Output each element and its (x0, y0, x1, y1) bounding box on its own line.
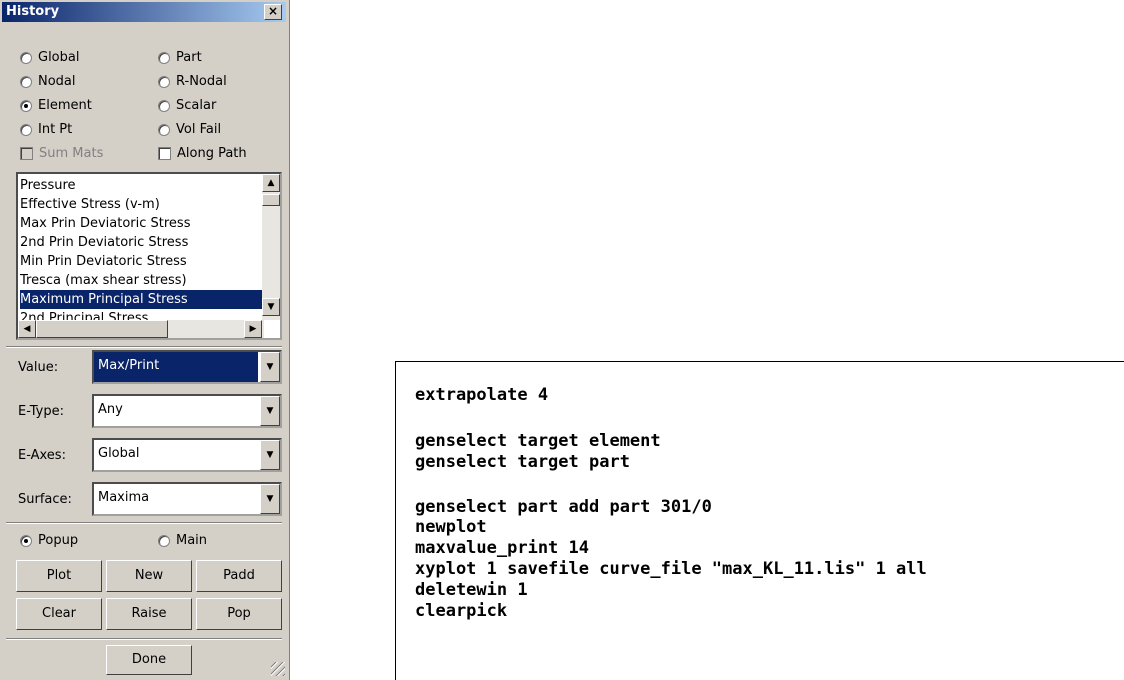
radio-label: R-Nodal (176, 74, 227, 89)
radio-circle-int-pt (20, 123, 32, 136)
surface-label: Surface: (18, 492, 72, 507)
radio-part[interactable]: Part (158, 50, 202, 65)
radio-circle-nodal (20, 75, 32, 88)
divider (6, 346, 282, 348)
etype-select[interactable]: Any ▼ (92, 394, 282, 428)
radio-label: Part (176, 50, 202, 65)
radio-main[interactable]: Main (158, 533, 207, 548)
checkbox-label: Along Path (177, 146, 247, 161)
list-item[interactable]: Tresca (max shear stress) (20, 271, 264, 290)
value-select-text: Max/Print (94, 352, 258, 382)
horizontal-scroll-thumb[interactable] (36, 320, 168, 338)
list-item[interactable]: Pressure (20, 176, 264, 195)
resize-grip-icon[interactable] (271, 662, 285, 676)
along-path-checkbox[interactable]: Along Path (158, 146, 247, 161)
scroll-left-icon[interactable]: ◀ (18, 320, 36, 338)
history-dialog: History × Global Part Nodal R-Nodal Elem… (0, 0, 290, 680)
checkbox-box (158, 147, 171, 160)
eaxes-select-text: Global (98, 446, 140, 461)
script-line: genselect target part (415, 452, 630, 472)
radio-circle-element (20, 99, 32, 112)
checkbox-label: Sum Mats (39, 146, 104, 161)
script-line: genselect part add part 301/0 (415, 497, 712, 517)
script-line: extrapolate 4 (415, 385, 549, 405)
list-item[interactable]: Max Prin Deviatoric Stress (20, 214, 264, 233)
script-line: genselect target element (415, 431, 661, 451)
scroll-up-icon[interactable]: ▲ (262, 174, 280, 192)
eaxes-label: E-Axes: (18, 448, 66, 463)
radio-label: Vol Fail (176, 122, 222, 137)
value-label: Value: (18, 360, 59, 375)
chevron-down-icon[interactable]: ▼ (260, 396, 280, 426)
plot-button[interactable]: Plot (16, 560, 102, 592)
radio-circle-scalar (158, 99, 170, 112)
clear-button[interactable]: Clear (16, 598, 102, 630)
radio-label: Scalar (176, 98, 217, 113)
radio-nodal[interactable]: Nodal (20, 74, 76, 89)
surface-select[interactable]: Maxima ▼ (92, 482, 282, 516)
list-item[interactable]: Effective Stress (v-m) (20, 195, 264, 214)
radio-circle-part (158, 51, 170, 64)
script-line: deletewin 1 (415, 580, 528, 600)
chevron-down-icon[interactable]: ▼ (260, 440, 280, 470)
horizontal-scrollbar[interactable]: ◀ ▶ (18, 320, 264, 338)
radio-int-pt[interactable]: Int Pt (20, 122, 72, 137)
radio-label: Nodal (38, 74, 76, 89)
divider (6, 638, 282, 640)
vertical-scroll-thumb[interactable] (262, 194, 280, 206)
list-item-selected[interactable]: Maximum Principal Stress (20, 290, 264, 309)
radio-popup[interactable]: Popup (20, 533, 78, 548)
radio-label: Element (38, 98, 92, 113)
etype-select-text: Any (98, 402, 123, 417)
vertical-scrollbar[interactable]: ▲ ▼ (262, 174, 280, 320)
padd-button[interactable]: Padd (196, 560, 282, 592)
radio-circle-global (20, 51, 32, 64)
close-icon[interactable]: × (264, 4, 282, 20)
radio-global[interactable]: Global (20, 50, 79, 65)
script-line: clearpick (415, 601, 508, 621)
scroll-right-icon[interactable]: ▶ (244, 320, 262, 338)
component-listbox[interactable]: Pressure Effective Stress (v-m) Max Prin… (16, 172, 282, 340)
radio-r-nodal[interactable]: R-Nodal (158, 74, 227, 89)
list-item[interactable]: 2nd Prin Deviatoric Stress (20, 233, 264, 252)
sum-mats-checkbox: Sum Mats (20, 146, 103, 161)
radio-circle-vol-fail (158, 123, 170, 136)
script-line: xyplot 1 savefile curve_file "max_KL_11.… (415, 559, 927, 579)
radio-label: Int Pt (38, 122, 73, 137)
raise-button[interactable]: Raise (106, 598, 192, 630)
radio-circle-popup (20, 534, 32, 547)
radio-circle-r-nodal (158, 75, 170, 88)
radio-label: Global (38, 50, 80, 65)
title-bar[interactable]: History × (2, 2, 286, 22)
pop-button[interactable]: Pop (196, 598, 282, 630)
chevron-down-icon[interactable]: ▼ (260, 352, 280, 382)
value-select[interactable]: Max/Print ▼ (92, 350, 282, 384)
radio-label: Main (176, 533, 208, 548)
radio-scalar[interactable]: Scalar (158, 98, 216, 113)
chevron-down-icon[interactable]: ▼ (260, 484, 280, 514)
radio-element[interactable]: Element (20, 98, 92, 113)
etype-label: E-Type: (18, 404, 64, 419)
radio-vol-fail[interactable]: Vol Fail (158, 122, 221, 137)
surface-select-text: Maxima (98, 490, 150, 505)
dialog-title: History (6, 4, 60, 19)
script-line: newplot (415, 517, 487, 537)
new-button[interactable]: New (106, 560, 192, 592)
radio-label: Popup (38, 533, 79, 548)
command-script-panel: extrapolate 4 genselect target element g… (395, 361, 1124, 680)
divider (6, 522, 282, 524)
list-item[interactable]: Min Prin Deviatoric Stress (20, 252, 264, 271)
radio-circle-main (158, 534, 170, 547)
script-line: maxvalue_print 14 (415, 538, 589, 558)
done-button[interactable]: Done (106, 645, 192, 675)
checkbox-box (20, 147, 33, 160)
scroll-down-icon[interactable]: ▼ (262, 298, 280, 316)
eaxes-select[interactable]: Global ▼ (92, 438, 282, 472)
